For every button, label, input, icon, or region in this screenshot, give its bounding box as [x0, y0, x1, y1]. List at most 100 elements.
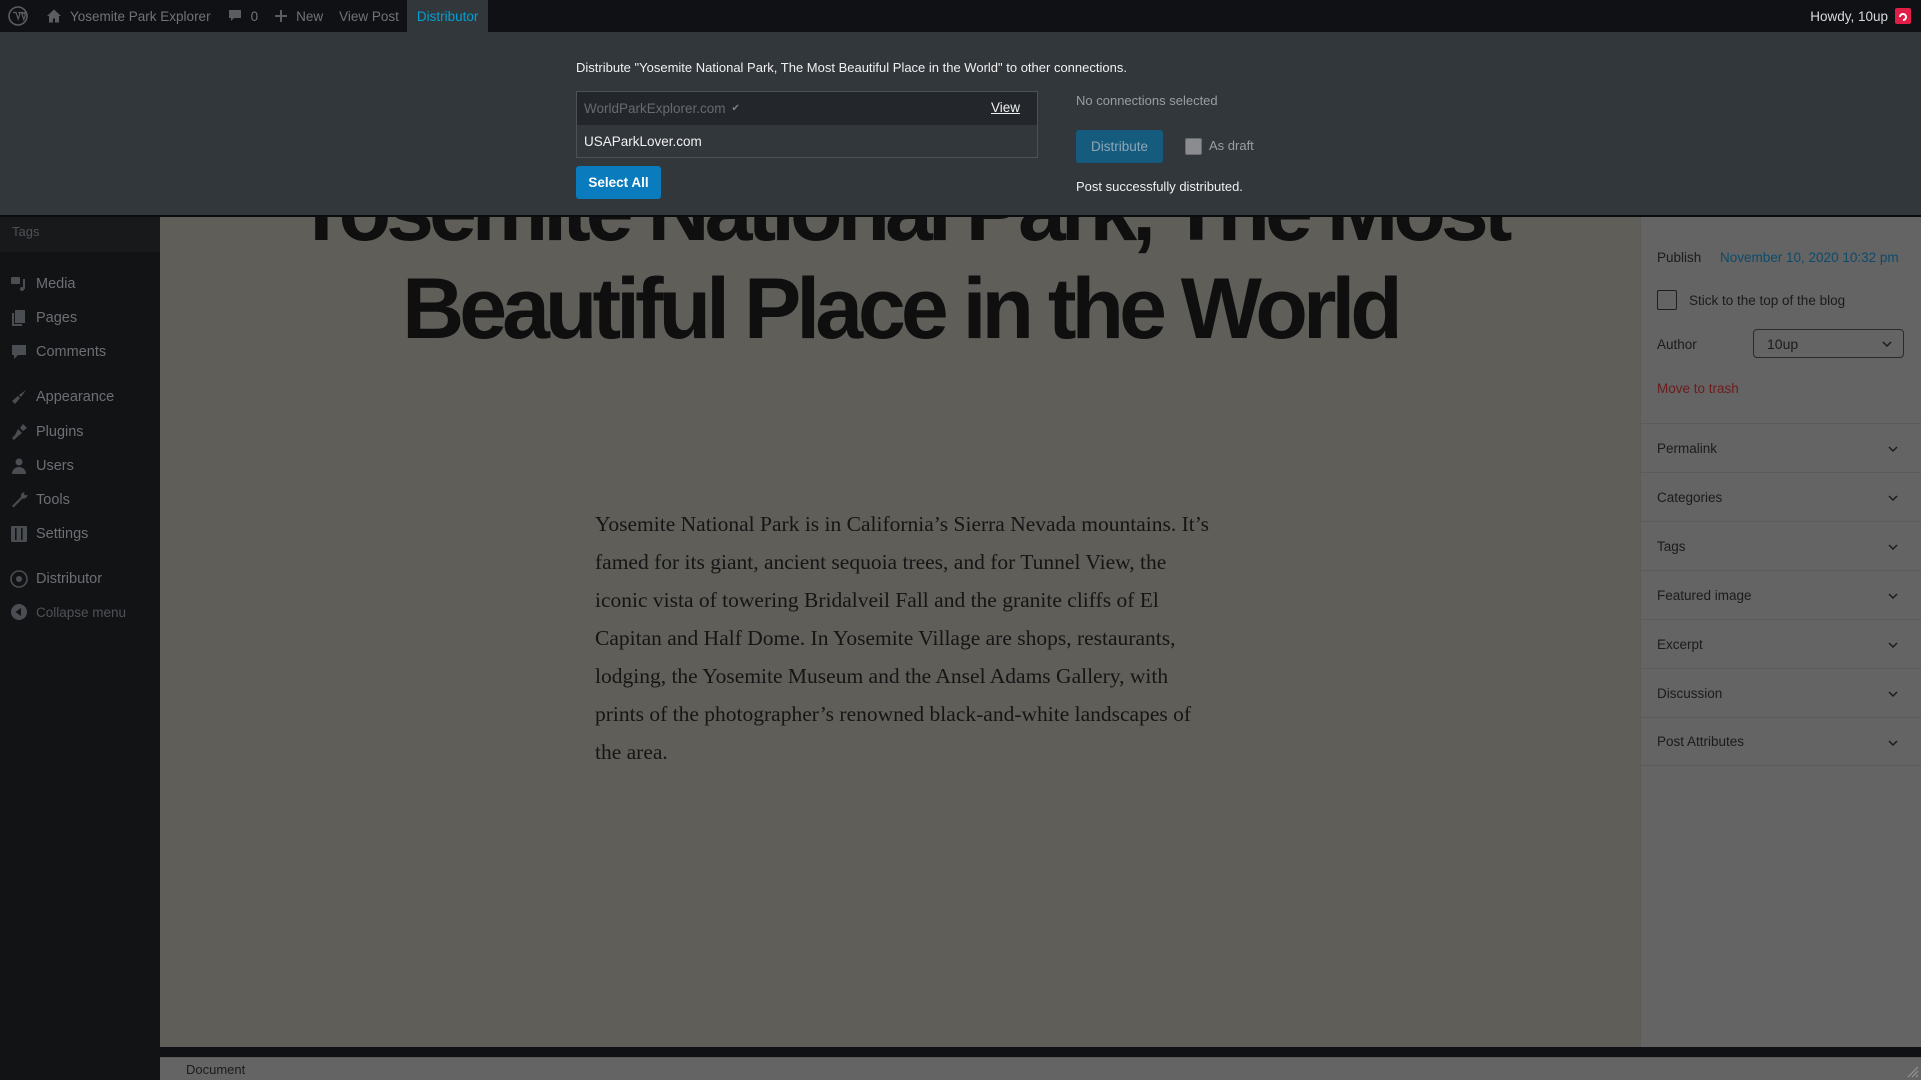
distributor-panel: Distribute "Yosemite National Park, The …: [0, 32, 1921, 217]
panel-discussion[interactable]: Discussion: [1641, 668, 1921, 717]
site-name-link[interactable]: Yosemite Park Explorer: [38, 0, 219, 32]
account-menu[interactable]: Howdy, 10up: [1802, 0, 1921, 32]
panel-title: Discussion: [1657, 685, 1723, 701]
connection-name: WorldParkExplorer.com: [584, 101, 726, 116]
howdy-text: Howdy, 10up: [1810, 8, 1888, 24]
menu-label: Settings: [36, 526, 89, 542]
post-paragraph[interactable]: Yosemite National Park is in California’…: [595, 505, 1215, 771]
connection-item[interactable]: USAParkLover.com: [577, 125, 1037, 158]
menu-label: Plugins: [36, 424, 84, 440]
menu-label: Appearance: [36, 389, 115, 405]
sidebar-item-pages[interactable]: Pages: [0, 303, 160, 333]
distributor-label: Distributor: [416, 8, 479, 24]
comments-count: 0: [250, 8, 259, 24]
distribute-button[interactable]: Distribute: [1076, 130, 1163, 163]
home-icon: [47, 9, 61, 23]
panel-title: Categories: [1657, 489, 1723, 505]
sidebar-item-comments[interactable]: Comments: [0, 337, 160, 367]
menu-label: Distributor: [36, 571, 103, 587]
wordpress-logo-button[interactable]: [0, 0, 38, 32]
distributor-title: Distribute "Yosemite National Park, The …: [576, 60, 1127, 75]
chevron-down-icon: [1888, 740, 1898, 747]
view-connection-link[interactable]: View: [991, 100, 1020, 115]
sticky-label: Stick to the top of the blog: [1689, 293, 1846, 308]
selected-connections-status: No connections selected: [1076, 93, 1218, 108]
panel-title: Excerpt: [1657, 636, 1703, 652]
distributor-menu-tab[interactable]: Distributor: [406, 0, 489, 32]
panel-categories[interactable]: Categories: [1641, 472, 1921, 521]
menu-label: Pages: [36, 310, 78, 326]
author-value: 10up: [1767, 335, 1799, 352]
checkmark-icon: ✔: [731, 103, 740, 114]
move-to-trash-link[interactable]: Move to trash: [1657, 381, 1739, 396]
sidebar-item-media[interactable]: Media: [0, 269, 160, 299]
comments-icon: [9, 342, 29, 362]
panel-title: Permalink: [1657, 440, 1718, 456]
publish-label: Publish: [1657, 250, 1702, 265]
panel-excerpt[interactable]: Excerpt: [1641, 619, 1921, 668]
avatar-logo-icon: [1899, 13, 1907, 21]
new-content-link[interactable]: New: [266, 0, 331, 32]
appearance-icon: [9, 387, 29, 407]
sidebar-item-plugins[interactable]: Plugins: [0, 417, 160, 447]
distributor-icon: [9, 569, 29, 589]
collapse-menu-button[interactable]: Collapse menu: [0, 597, 160, 627]
connection-item-distributed: WorldParkExplorer.com ✔ View: [577, 92, 1037, 125]
submenu-label: Tags: [12, 224, 40, 239]
publish-date-link[interactable]: November 10, 2020 10:32 pm: [1720, 250, 1899, 265]
panel-title: Featured image: [1657, 587, 1752, 603]
sidebar-item-appearance[interactable]: Appearance: [0, 382, 160, 412]
select-all-button[interactable]: Select All: [576, 166, 661, 199]
plus-icon: [275, 10, 288, 22]
sidebar-item-tools[interactable]: Tools: [0, 485, 160, 515]
menu-label: Comments: [36, 344, 107, 360]
chevron-down-icon: [1888, 446, 1898, 453]
sidebar-item-settings[interactable]: Settings: [0, 519, 160, 549]
sticky-checkbox[interactable]: [1657, 290, 1677, 310]
chevron-down-icon: [1888, 642, 1898, 649]
menu-label: Users: [36, 458, 74, 474]
editor-footer: Document: [160, 1057, 1921, 1080]
connections-list: WorldParkExplorer.com ✔ View USAParkLove…: [576, 91, 1038, 158]
menu-label: Tools: [36, 492, 70, 508]
chevron-down-icon: [1888, 593, 1898, 600]
as-draft-checkbox[interactable]: [1185, 138, 1202, 155]
submenu-item-tags[interactable]: Tags: [0, 216, 160, 252]
media-icon: [9, 274, 29, 294]
admin-bar: Yosemite Park Explorer 0 New View Post D…: [0, 0, 1921, 32]
wordpress-icon: [8, 6, 28, 26]
site-name: Yosemite Park Explorer: [70, 8, 211, 24]
as-draft-label[interactable]: As draft: [1209, 138, 1254, 153]
collapse-arrow-icon: [9, 602, 29, 622]
panel-tags[interactable]: Tags: [1641, 521, 1921, 570]
pages-icon: [9, 308, 29, 328]
users-icon: [9, 456, 29, 476]
plugins-icon: [9, 422, 29, 442]
panel-title: Tags: [1657, 538, 1686, 554]
chevron-down-icon: [1888, 544, 1898, 551]
connection-name: USAParkLover.com: [584, 134, 702, 149]
collapse-label: Collapse menu: [36, 604, 127, 620]
view-post-link[interactable]: View Post: [331, 0, 407, 32]
resize-grip-icon[interactable]: [1905, 1064, 1919, 1078]
avatar: [1895, 8, 1911, 24]
comments-link[interactable]: 0: [219, 0, 267, 32]
settings-icon: [9, 524, 29, 544]
chevron-down-icon: [1888, 691, 1898, 698]
view-post-label: View Post: [339, 8, 399, 24]
panel-featured-image[interactable]: Featured image: [1641, 570, 1921, 619]
chevron-down-icon: [1888, 495, 1898, 502]
panel-title: Post Attributes: [1657, 734, 1745, 749]
comment-bubble-icon: [228, 10, 241, 21]
menu-label: Media: [36, 276, 76, 292]
breadcrumb-document[interactable]: Document: [186, 1062, 245, 1077]
author-select[interactable]: 10up: [1753, 329, 1904, 358]
author-label: Author: [1657, 337, 1697, 352]
sidebar-item-distributor[interactable]: Distributor: [0, 564, 160, 594]
tools-icon: [9, 490, 29, 510]
success-message: Post successfully distributed.: [1076, 179, 1243, 194]
panel-permalink[interactable]: Permalink: [1641, 423, 1921, 472]
chevron-down-icon: [1882, 341, 1892, 348]
sidebar-item-users[interactable]: Users: [0, 451, 160, 481]
panel-post-attributes[interactable]: Post Attributes: [1641, 717, 1921, 766]
